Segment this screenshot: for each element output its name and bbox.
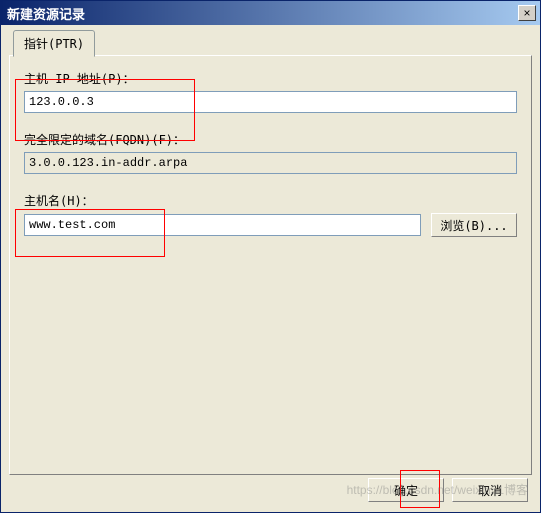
close-button[interactable]: × (518, 5, 536, 21)
tab-panel: 主机 IP 地址(P)： 完全限定的域名(FQDN)(F)： 主机名(H)： 浏… (9, 55, 532, 475)
host-input[interactable] (24, 214, 421, 236)
host-label: 主机名(H)： (24, 192, 517, 209)
field-ip: 主机 IP 地址(P)： (24, 70, 517, 113)
button-bar: 确定 取消 (368, 478, 528, 502)
ip-label: 主机 IP 地址(P)： (24, 70, 517, 87)
client-area: 指针(PTR) 主机 IP 地址(P)： 完全限定的域名(FQDN)(F)： 主… (1, 25, 540, 512)
field-fqdn: 完全限定的域名(FQDN)(F)： (24, 131, 517, 174)
ip-input[interactable] (24, 91, 517, 113)
tab-label: 指针(PTR) (24, 37, 84, 51)
browse-button[interactable]: 浏览(B)... (431, 213, 517, 237)
fqdn-input (24, 152, 517, 174)
field-host: 主机名(H)： 浏览(B)... (24, 192, 517, 237)
close-icon: × (523, 6, 530, 20)
ok-button[interactable]: 确定 (368, 478, 444, 502)
tabstrip: 指针(PTR) (9, 33, 532, 56)
cancel-button[interactable]: 取消 (452, 478, 528, 502)
fqdn-label: 完全限定的域名(FQDN)(F)： (24, 131, 517, 148)
window-title: 新建资源记录 (5, 4, 518, 23)
dialog-window: 新建资源记录 × 指针(PTR) 主机 IP 地址(P)： 完全限定的域名(FQ… (0, 0, 541, 513)
titlebar: 新建资源记录 × (1, 1, 540, 25)
tab-ptr[interactable]: 指针(PTR) (13, 30, 95, 57)
